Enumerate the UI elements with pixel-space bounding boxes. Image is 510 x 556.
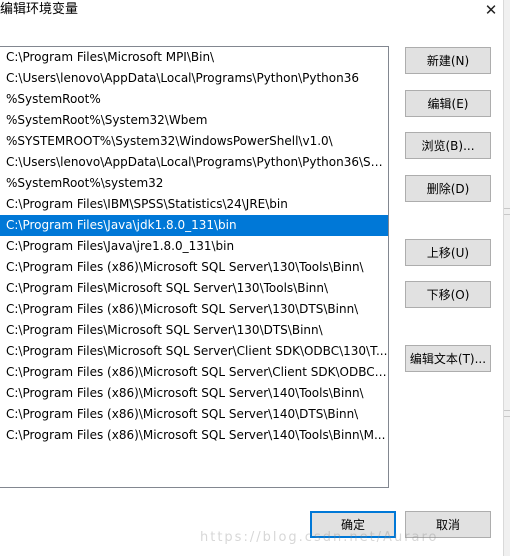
new-button[interactable]: 新建(N) bbox=[405, 47, 491, 74]
close-icon: ✕ bbox=[484, 1, 498, 19]
list-item[interactable]: C:\Program Files\Microsoft MPI\Bin\ bbox=[0, 47, 388, 68]
edit-button[interactable]: 编辑(E) bbox=[405, 90, 491, 117]
window-right-edge bbox=[503, 0, 510, 556]
edit-environment-variable-dialog: 编辑环境变量 ✕ C:\Program Files\Microsoft MPI\… bbox=[0, 0, 510, 556]
move-up-button[interactable]: 上移(U) bbox=[405, 239, 491, 266]
list-item[interactable]: C:\Program Files\IBM\SPSS\Statistics\24\… bbox=[0, 194, 388, 215]
move-down-button[interactable]: 下移(O) bbox=[405, 281, 491, 308]
list-item[interactable]: C:\Program Files (x86)\Microsoft SQL Ser… bbox=[0, 362, 388, 383]
path-list[interactable]: C:\Program Files\Microsoft MPI\Bin\ C:\Us… bbox=[0, 46, 389, 488]
list-item[interactable]: C:\Users\lenovo\AppData\Local\Programs\P… bbox=[0, 152, 388, 173]
list-item[interactable]: C:\Program Files\Microsoft SQL Server\13… bbox=[0, 320, 388, 341]
dialog-title: 编辑环境变量 bbox=[0, 2, 79, 17]
cancel-button[interactable]: 取消 bbox=[405, 511, 491, 538]
list-item[interactable]: C:\Users\lenovo\AppData\Local\Programs\P… bbox=[0, 68, 388, 89]
list-item[interactable]: %SYSTEMROOT%\System32\WindowsPowerShell\… bbox=[0, 131, 388, 152]
list-item[interactable]: C:\Program Files\Java\jdk1.8.0_131\bin bbox=[0, 215, 388, 236]
list-item[interactable]: C:\Program Files (x86)\Microsoft SQL Ser… bbox=[0, 257, 388, 278]
list-item[interactable]: %SystemRoot%\system32 bbox=[0, 173, 388, 194]
list-item[interactable]: %SystemRoot%\System32\Wbem bbox=[0, 110, 388, 131]
browse-button[interactable]: 浏览(B)... bbox=[405, 132, 491, 159]
list-item[interactable]: C:\Program Files (x86)\Microsoft SQL Ser… bbox=[0, 299, 388, 320]
close-button[interactable]: ✕ bbox=[476, 0, 506, 20]
list-item[interactable]: %SystemRoot% bbox=[0, 89, 388, 110]
edit-text-button[interactable]: 编辑文本(T)... bbox=[405, 345, 491, 372]
list-item[interactable]: C:\Program Files (x86)\Microsoft SQL Ser… bbox=[0, 383, 388, 404]
delete-button[interactable]: 删除(D) bbox=[405, 175, 491, 202]
list-item[interactable]: C:\Program Files (x86)\Microsoft SQL Ser… bbox=[0, 425, 388, 446]
ok-button[interactable]: 确定 bbox=[310, 511, 396, 538]
list-item[interactable]: C:\Program Files (x86)\Microsoft SQL Ser… bbox=[0, 404, 388, 425]
list-item[interactable]: C:\Program Files\Microsoft SQL Server\Cl… bbox=[0, 341, 388, 362]
list-item[interactable]: C:\Program Files\Java\jre1.8.0_131\bin bbox=[0, 236, 388, 257]
list-item[interactable]: C:\Program Files\Microsoft SQL Server\13… bbox=[0, 278, 388, 299]
